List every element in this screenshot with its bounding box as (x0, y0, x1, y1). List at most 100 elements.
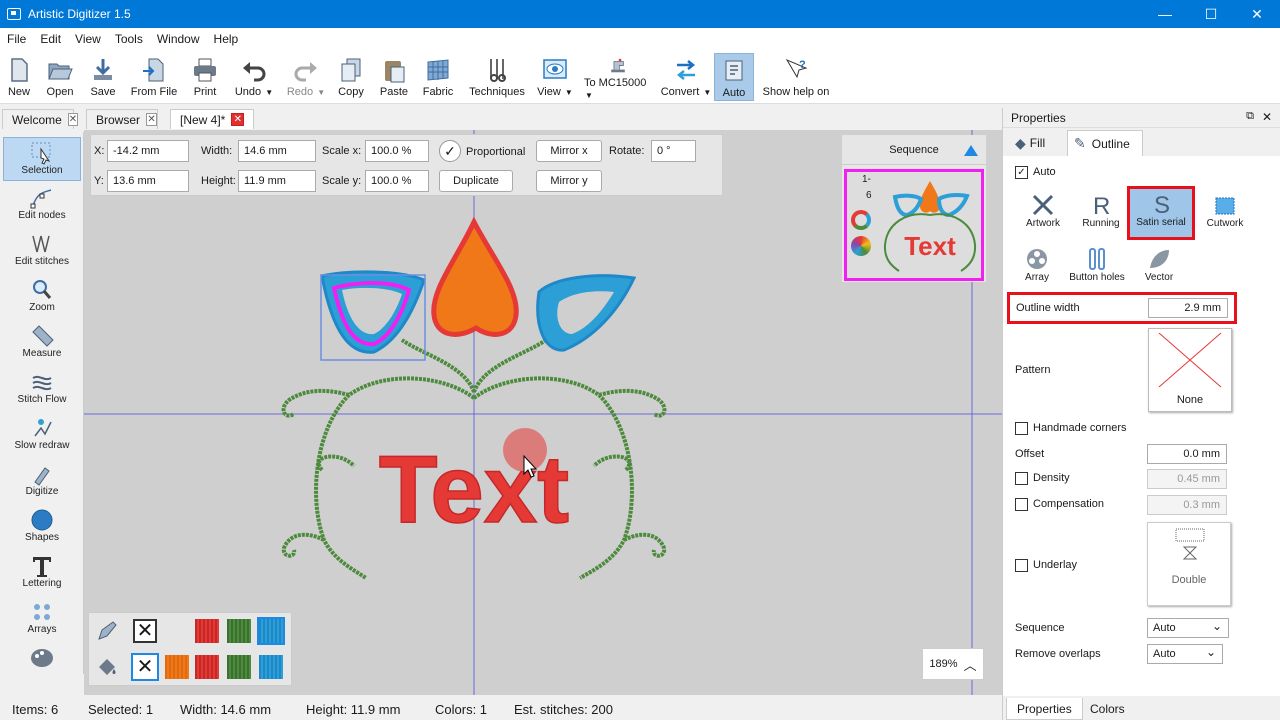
pattern-selector[interactable]: None (1148, 328, 1232, 412)
techniques-button[interactable]: Techniques (468, 53, 526, 101)
tool-palette-extra[interactable] (3, 643, 81, 673)
density-checkbox[interactable] (1015, 472, 1028, 485)
tool-edit-nodes[interactable]: Edit nodes (3, 183, 81, 227)
proportional-toggle[interactable]: ✓ (439, 140, 461, 162)
no-color-swatch[interactable]: ✕ (133, 619, 157, 643)
print-button[interactable]: Print (190, 53, 220, 101)
scale-y-field[interactable]: 100.0 % (365, 170, 429, 192)
outline-width-field[interactable]: 2.9 mm (1148, 298, 1228, 318)
tool-measure[interactable]: Measure (3, 321, 81, 365)
sequence-select[interactable]: Auto (1147, 618, 1229, 638)
green-swatch[interactable] (227, 619, 251, 643)
chevron-up-icon[interactable]: ︿ (964, 655, 977, 674)
auto-checkbox[interactable]: ✓ (1015, 166, 1028, 179)
tab-properties-bottom[interactable]: Properties (1006, 698, 1083, 720)
outline-type-cutwork[interactable]: Cutwork (1193, 190, 1257, 240)
show-help-on-button[interactable]: ? Show help on (762, 53, 830, 101)
density-field[interactable]: 0.45 mm (1147, 469, 1227, 489)
outline-type-running[interactable]: R Running (1069, 190, 1133, 240)
tab-fill[interactable]: ◆ Fill (1009, 130, 1063, 156)
mirror-y-button[interactable]: Mirror y (536, 170, 602, 192)
blue-swatch[interactable] (259, 655, 283, 679)
orange-swatch[interactable] (165, 655, 189, 679)
handmade-corners-checkbox[interactable] (1015, 422, 1028, 435)
tool-stitch-flow[interactable]: Stitch Flow (3, 367, 81, 411)
underlay-selector[interactable]: Double (1147, 522, 1231, 606)
duplicate-button[interactable]: Duplicate (439, 170, 513, 192)
outline-type-satin-serial[interactable]: S Satin serial (1127, 186, 1195, 240)
rotate-field[interactable]: 0 ° (651, 140, 696, 162)
compensation-checkbox[interactable] (1015, 498, 1028, 511)
zoom-control[interactable]: 189% ︿ (922, 648, 984, 680)
offset-field[interactable]: 0.0 mm (1147, 444, 1227, 464)
collapse-arrow-icon[interactable] (964, 145, 978, 156)
outline-type-button-holes[interactable]: Button holes (1065, 244, 1129, 294)
close-panel-icon[interactable]: ✕ (1262, 110, 1272, 124)
scale-x-field[interactable]: 100.0 % (365, 140, 429, 162)
blue-swatch-selected[interactable] (257, 617, 285, 645)
tab-browser[interactable]: Browser ✕ (86, 109, 158, 129)
x-position-field[interactable]: -14.2 mm (107, 140, 189, 162)
chevron-down-icon: ▼ (317, 88, 326, 97)
copy-button[interactable]: Copy (336, 53, 366, 101)
compensation-field[interactable]: 0.3 mm (1147, 495, 1227, 515)
width-field[interactable]: 14.6 mm (238, 140, 316, 162)
status-height: Height: 11.9 mm (306, 702, 401, 717)
y-position-field[interactable]: 13.6 mm (107, 170, 189, 192)
fabric-button[interactable]: Fabric (422, 53, 454, 101)
tool-shapes[interactable]: Shapes (3, 505, 81, 549)
paste-button[interactable]: Paste (378, 53, 410, 101)
tool-edit-stitches[interactable]: Edit stitches (3, 229, 81, 273)
fill-bucket-icon[interactable] (95, 655, 119, 679)
pencil-icon[interactable] (95, 619, 119, 643)
mirror-x-button[interactable]: Mirror x (536, 140, 602, 162)
view-button[interactable]: View ▼ (536, 53, 574, 101)
menu-help[interactable]: Help (207, 32, 246, 46)
save-button[interactable]: Save (88, 53, 118, 101)
red-swatch[interactable] (195, 655, 219, 679)
float-panel-icon[interactable]: ⧉ (1246, 110, 1254, 123)
menu-window[interactable]: Window (150, 32, 207, 46)
close-icon[interactable]: ✕ (231, 113, 245, 126)
menu-view[interactable]: View (68, 32, 108, 46)
design-canvas[interactable]: Text X: -14.2 mm Y: 13.6 mm Width: 14.6 … (84, 130, 1002, 695)
convert-button[interactable]: Convert ▼ (660, 53, 712, 101)
tab-colors-bottom[interactable]: Colors (1080, 698, 1135, 720)
new-button[interactable]: New (4, 53, 34, 101)
green-swatch[interactable] (227, 655, 251, 679)
sequence-item[interactable]: 1- 6 Text (844, 169, 984, 281)
height-field[interactable]: 11.9 mm (238, 170, 316, 192)
undo-button[interactable]: Undo ▼ (232, 53, 276, 101)
tab-welcome[interactable]: Welcome ✕ (2, 109, 79, 129)
underlay-checkbox[interactable] (1015, 559, 1028, 572)
menu-tools[interactable]: Tools (108, 32, 150, 46)
tool-slow-redraw[interactable]: Slow redraw (3, 413, 81, 457)
tool-zoom[interactable]: Zoom (3, 275, 81, 319)
remove-overlaps-select[interactable]: Auto (1147, 644, 1223, 664)
tool-lettering[interactable]: Lettering (3, 551, 81, 595)
arrays-icon (34, 604, 50, 620)
orange-heart-shape[interactable] (431, 216, 519, 337)
tab-outline[interactable]: ✎ Outline (1067, 130, 1143, 156)
close-button[interactable]: ✕ (1234, 0, 1280, 28)
tool-digitize[interactable]: Digitize (3, 459, 81, 503)
menu-edit[interactable]: Edit (33, 32, 68, 46)
tab-new-4[interactable]: [New 4]* ✕ (170, 109, 254, 129)
red-swatch[interactable] (195, 619, 219, 643)
auto-button[interactable]: Auto (714, 53, 754, 101)
open-button[interactable]: Open (43, 53, 77, 101)
from-file-button[interactable]: From File (130, 53, 178, 101)
outline-type-vector[interactable]: Vector (1127, 244, 1191, 294)
close-icon[interactable]: ✕ (146, 113, 157, 126)
outline-type-array[interactable]: Array (1005, 244, 1069, 294)
redo-button[interactable]: Redo ▼ (284, 53, 328, 101)
no-fill-swatch-selected[interactable]: ✕ (131, 653, 159, 681)
tool-selection[interactable]: Selection (3, 137, 81, 181)
menu-file[interactable]: File (0, 32, 33, 46)
maximize-button[interactable]: ☐ (1188, 0, 1234, 28)
minimize-button[interactable]: — (1142, 0, 1188, 28)
close-icon[interactable]: ✕ (67, 113, 79, 126)
tool-arrays[interactable]: Arrays (3, 597, 81, 641)
outline-type-artwork[interactable]: Artwork (1011, 190, 1075, 240)
to-mc15000-button[interactable]: To MC15000 ▼ (584, 53, 652, 101)
